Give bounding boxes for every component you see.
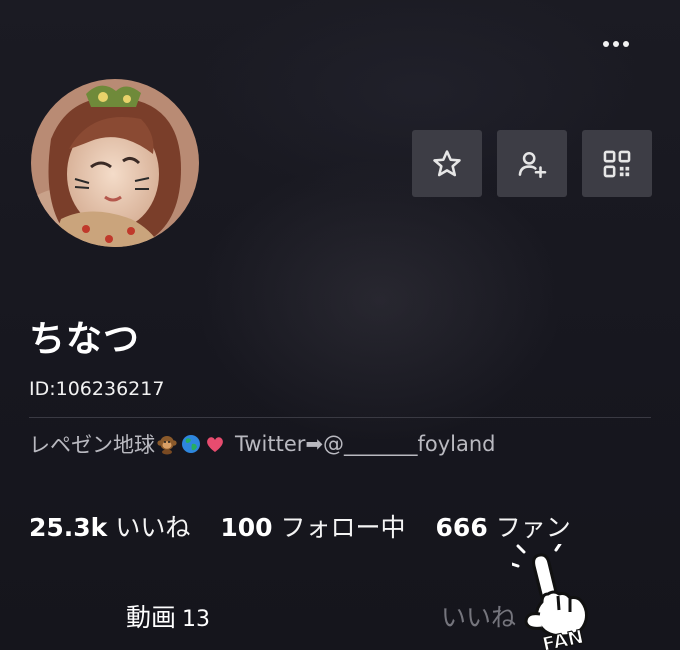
fan-pointer-sticker: FAN — [512, 544, 588, 650]
tab-likes-label: いいね — [441, 603, 517, 632]
profile-id: ID:106236217 — [29, 378, 165, 400]
divider — [29, 417, 651, 418]
more-dot — [613, 41, 619, 47]
following-stat[interactable]: 100 フォロー中 — [220, 508, 405, 544]
fans-stat[interactable]: 666 ファン — [436, 508, 571, 544]
more-dot — [623, 41, 629, 47]
tab-likes[interactable]: いいね — [441, 598, 516, 634]
qr-code-icon — [603, 150, 631, 177]
fans-label: ファン — [495, 513, 571, 542]
more-options-button[interactable] — [596, 30, 636, 58]
bio-text: レペゼン地球 — [29, 433, 155, 457]
qr-code-button[interactable] — [582, 130, 652, 197]
bio-twitter: Twitter➡@_______foyland — [235, 432, 496, 456]
tab-videos-count: 13 — [182, 607, 211, 632]
following-label: フォロー中 — [280, 513, 406, 542]
star-icon — [433, 149, 461, 176]
add-user-icon — [518, 151, 547, 178]
fans-count: 666 — [435, 513, 488, 542]
monkey-emoji — [157, 436, 177, 455]
tab-videos-label: 動画 — [126, 603, 177, 632]
avatar[interactable] — [31, 79, 199, 247]
profile-stats: 25.3k いいね 100 フォロー中 666 ファン — [29, 508, 601, 544]
likes-stat[interactable]: 25.3k いいね — [29, 508, 190, 544]
add-friend-button[interactable] — [497, 130, 567, 197]
more-horizontal-icon — [603, 41, 609, 47]
likes-count: 25.3k — [29, 513, 108, 542]
profile-bio: レペゼン地球 Twitter➡@_______foyland — [29, 429, 496, 459]
likes-label: いいね — [115, 513, 191, 542]
heart-emoji — [207, 437, 223, 452]
profile-name: ちなつ — [29, 319, 141, 360]
favorite-button[interactable] — [412, 130, 482, 197]
globe-emoji — [182, 435, 200, 453]
avatar-photo — [31, 79, 199, 247]
following-count: 100 — [220, 513, 273, 542]
tab-videos[interactable]: 動画 13 — [126, 598, 210, 634]
